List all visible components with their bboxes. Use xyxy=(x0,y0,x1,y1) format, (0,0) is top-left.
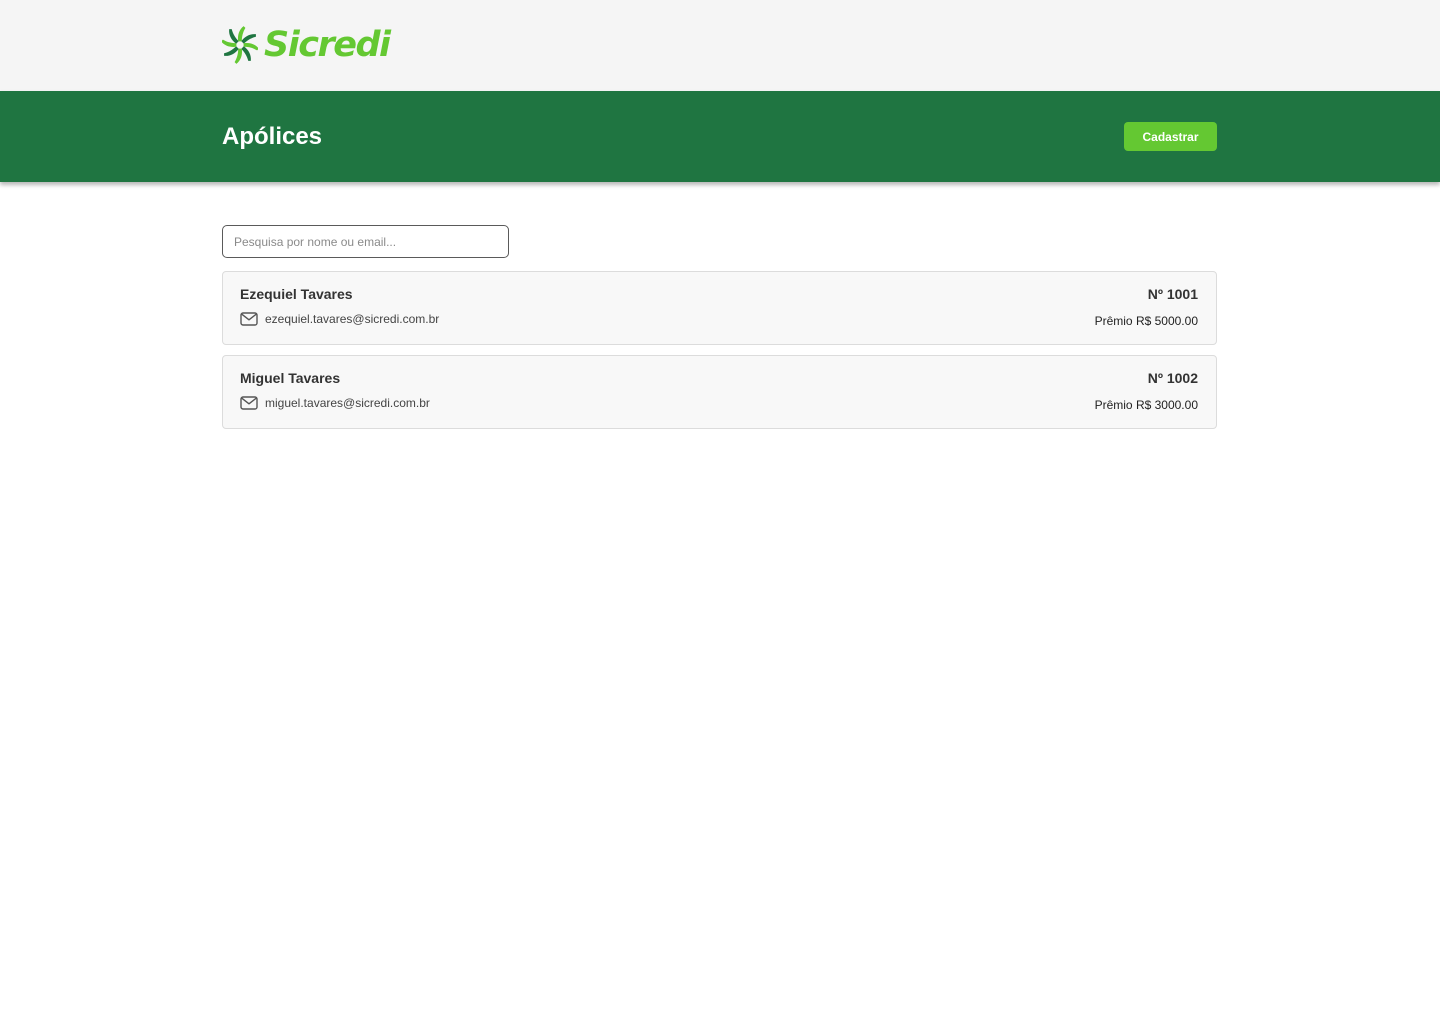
register-button[interactable]: Cadastrar xyxy=(1124,122,1217,151)
policy-holder-name: Ezequiel Tavares xyxy=(240,286,353,302)
sicredi-logo[interactable]: Sicredi xyxy=(222,25,391,65)
policy-card[interactable]: Miguel Tavares Nº 1002 miguel.tavares@si… xyxy=(222,355,1217,429)
main-content: Ezequiel Tavares Nº 1001 ezequiel.tavare… xyxy=(222,225,1217,439)
page-title: Apólices xyxy=(222,123,323,150)
mail-icon xyxy=(240,396,258,410)
logo-wordmark: Sicredi xyxy=(264,25,391,65)
policy-email-row: ezequiel.tavares@sicredi.com.br xyxy=(240,312,439,326)
policy-list: Ezequiel Tavares Nº 1001 ezequiel.tavare… xyxy=(222,271,1217,429)
policy-number: Nº 1001 xyxy=(1147,286,1198,302)
policy-email: miguel.tavares@sicredi.com.br xyxy=(265,396,430,410)
policy-holder-name: Miguel Tavares xyxy=(240,370,341,386)
policy-email-row: miguel.tavares@sicredi.com.br xyxy=(240,396,430,410)
policy-number: Nº 1002 xyxy=(1147,370,1198,386)
policy-email: ezequiel.tavares@sicredi.com.br xyxy=(265,312,440,326)
policy-premium: Prêmio R$ 3000.00 xyxy=(1094,398,1198,412)
policy-premium: Prêmio R$ 5000.00 xyxy=(1094,314,1198,328)
search-input[interactable] xyxy=(222,225,509,258)
page-header: Apólices Cadastrar xyxy=(0,91,1440,182)
policy-card[interactable]: Ezequiel Tavares Nº 1001 ezequiel.tavare… xyxy=(222,271,1217,345)
top-bar: Sicredi xyxy=(0,0,1440,91)
mail-icon xyxy=(240,312,258,326)
logo-swirl-icon xyxy=(222,26,258,64)
